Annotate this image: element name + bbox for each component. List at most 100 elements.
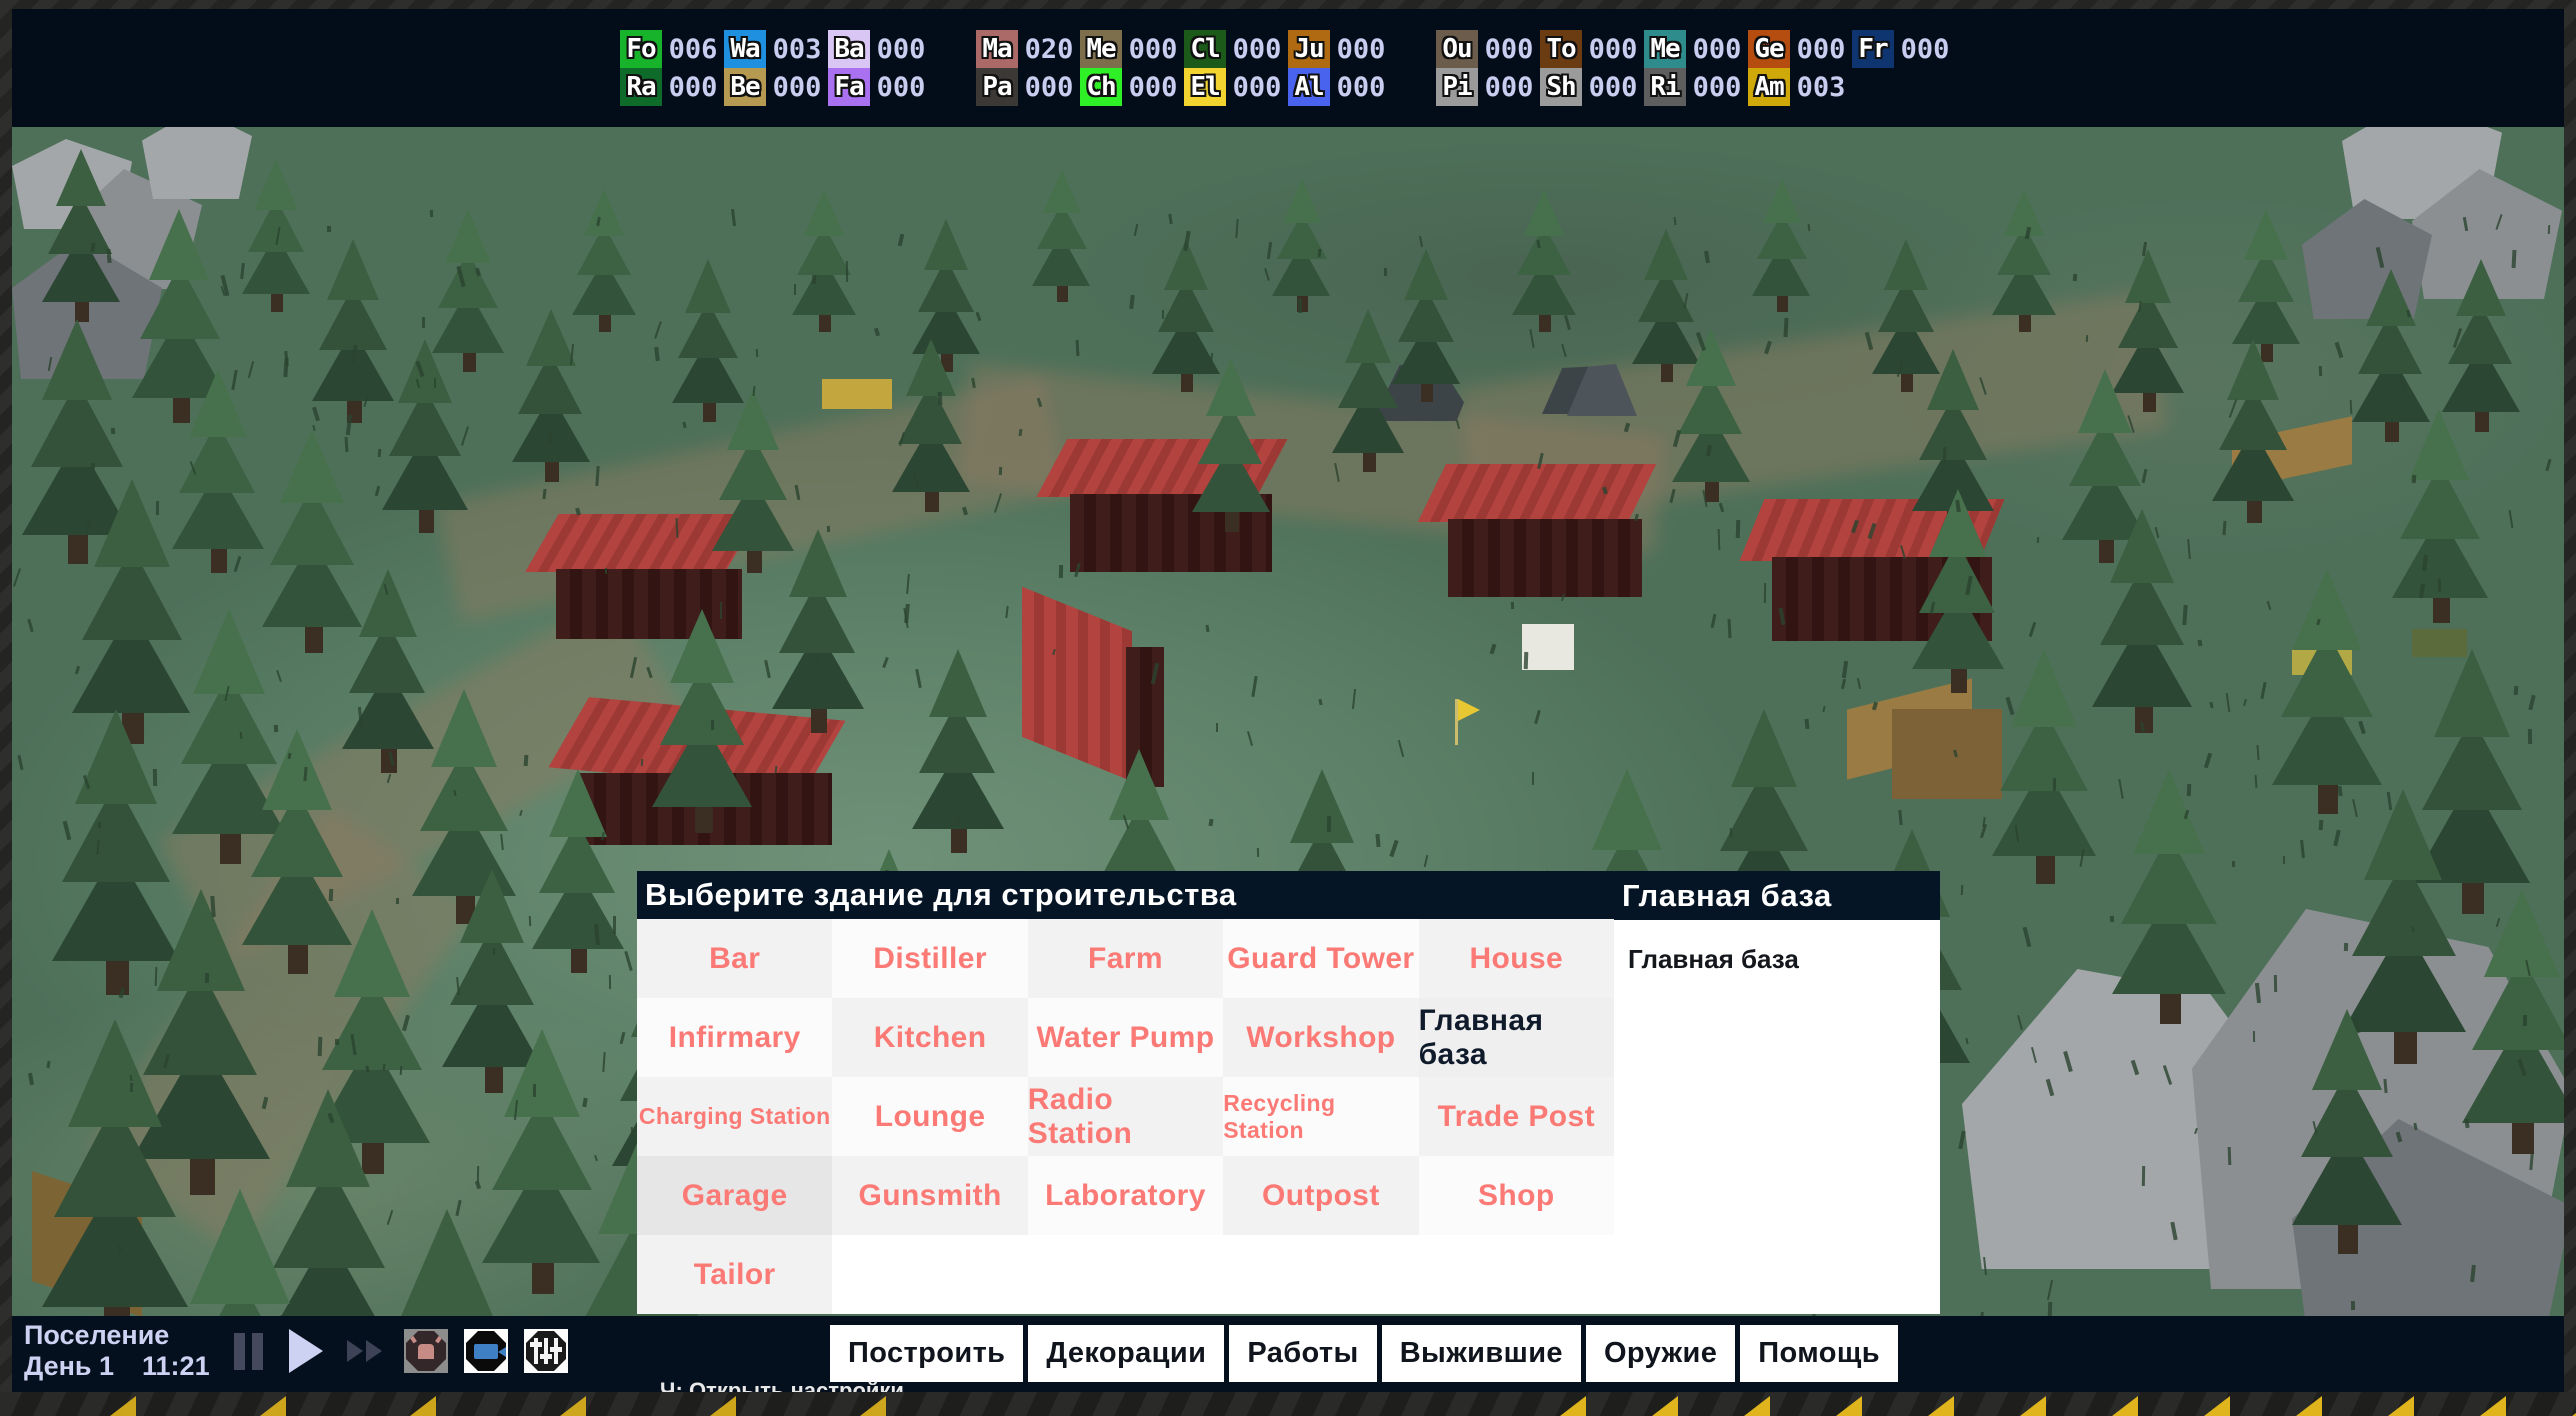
build-option-bar[interactable]: Bar <box>637 919 833 998</box>
resource-tag: Fa <box>828 68 870 106</box>
resource-group: Ou 000 Pi 000 To 000 Sh 000 Me 000 Ri 000 Ge 000 Am 003… <box>1436 30 1956 106</box>
resource-entry[interactable]: Ju 000 <box>1288 30 1392 68</box>
screen-inner-frame: Fo 006 Ra 000 Wa 003 Be 000 Ba 000 Fa 000 Ma 020 Pa 000… <box>12 9 2564 1392</box>
resource-value: 000 <box>1336 33 1386 65</box>
build-option-recycling-station[interactable]: Recycling Station <box>1223 1077 1419 1156</box>
build-option-distiller[interactable]: Distiller <box>832 919 1028 998</box>
resource-entry[interactable]: Ba 000 <box>828 30 932 68</box>
build-option-garage[interactable]: Garage <box>637 1156 833 1235</box>
hazard-chevron <box>2388 1396 2414 1416</box>
resource-value: 000 <box>1336 71 1386 103</box>
camera-button[interactable] <box>464 1329 508 1373</box>
build-option-radio-station[interactable]: Radio Station <box>1027 1077 1224 1156</box>
resource-entry[interactable]: Ch 000 <box>1080 68 1184 106</box>
build-panel-title: Выберите здание для строительства <box>637 871 1614 919</box>
grass-tuft <box>429 209 434 218</box>
build-option-shop[interactable]: Shop <box>1418 1156 1614 1235</box>
nav-button-оружие[interactable]: Оружие <box>1585 1325 1736 1382</box>
nav-button-декорации[interactable]: Декорации <box>1028 1325 1225 1382</box>
resource-entry[interactable]: Wa 003 <box>724 30 828 68</box>
nav-button-работы[interactable]: Работы <box>1229 1325 1377 1382</box>
grass-tuft <box>2252 1030 2256 1043</box>
nav-button-построить[interactable]: Построить <box>830 1325 1024 1382</box>
resource-entry[interactable]: Pa 000 <box>976 68 1080 106</box>
play-button[interactable] <box>282 1322 330 1380</box>
nav-button-помощь[interactable]: Помощь <box>1740 1325 1898 1382</box>
build-option-lounge[interactable]: Lounge <box>832 1077 1028 1156</box>
bottom-toolbar: Поселение День 1 11:21 Построить Декорац… <box>12 1316 2564 1392</box>
wooden-platform[interactable] <box>1892 709 2002 799</box>
resource-entry[interactable] <box>1852 68 1956 106</box>
resource-entry[interactable]: Me 000 <box>1080 30 1184 68</box>
resource-value: 000 <box>1588 33 1638 65</box>
resource-entry[interactable]: Ma 020 <box>976 30 1080 68</box>
resource-entry[interactable]: Fa 000 <box>828 68 932 106</box>
build-option-gunsmith[interactable]: Gunsmith <box>832 1156 1028 1235</box>
grass-tuft <box>155 500 160 516</box>
grass-tuft <box>1383 267 1388 277</box>
resource-entry[interactable]: El 000 <box>1184 68 1288 106</box>
resource-entry[interactable]: Fo 006 <box>620 30 724 68</box>
build-grid-empty-cell <box>1027 1235 1224 1314</box>
building-container[interactable] <box>1417 464 1657 614</box>
resource-column: Ge 000 Am 003 <box>1748 30 1852 106</box>
crate[interactable] <box>822 379 892 409</box>
nav-button-выжившие[interactable]: Выжившие <box>1381 1325 1581 1382</box>
crate[interactable] <box>1522 624 1574 670</box>
hazard-chevron <box>710 1396 736 1416</box>
resource-entry[interactable]: Ra 000 <box>620 68 724 106</box>
resource-value: 000 <box>772 71 822 103</box>
build-grid-empty-cell <box>1418 1235 1614 1314</box>
resource-entry[interactable]: To 000 <box>1540 30 1644 68</box>
resource-column: Cl 000 El 000 <box>1184 30 1288 106</box>
resource-entry[interactable]: Al 000 <box>1288 68 1392 106</box>
build-option-laboratory[interactable]: Laboratory <box>1027 1156 1224 1235</box>
build-option-guard-tower[interactable]: Guard Tower <box>1223 919 1419 998</box>
pause-button[interactable] <box>224 1322 272 1380</box>
build-info-body: Главная база <box>1614 920 1940 1314</box>
resource-tag: Wa <box>724 30 766 68</box>
grass-tuft <box>1510 601 1515 610</box>
build-option-water-pump[interactable]: Water Pump <box>1027 998 1224 1077</box>
resource-entry[interactable]: Ge 000 <box>1748 30 1852 68</box>
resource-entry[interactable]: Ou 000 <box>1436 30 1540 68</box>
build-option-outpost[interactable]: Outpost <box>1223 1156 1419 1235</box>
resource-tag: Al <box>1288 68 1330 106</box>
settings-sliders-icon <box>530 1338 562 1364</box>
settings-button[interactable] <box>524 1329 568 1373</box>
build-option-infirmary[interactable]: Infirmary <box>637 998 833 1077</box>
grass-tuft <box>152 768 158 787</box>
build-option-house[interactable]: House <box>1418 919 1614 998</box>
build-option-trade-post[interactable]: Trade Post <box>1418 1077 1614 1156</box>
build-option-tailor[interactable]: Tailor <box>637 1235 833 1314</box>
build-option-главная-база[interactable]: Главная база <box>1418 998 1614 1077</box>
fast-forward-button[interactable] <box>340 1322 388 1380</box>
resource-column: Me 000 Ri 000 <box>1644 30 1748 106</box>
main-nav[interactable]: Построить Декорации Работы Выжившие Оружие По… <box>830 1325 1898 1382</box>
resource-value: 000 <box>1796 33 1846 65</box>
resource-value: 000 <box>1900 33 1950 65</box>
resource-value: 000 <box>1024 71 1074 103</box>
build-option-charging-station[interactable]: Charging Station <box>637 1077 833 1156</box>
resource-entry[interactable]: Ri 000 <box>1644 68 1748 106</box>
resource-value: 000 <box>1232 33 1282 65</box>
resource-entry[interactable]: Fr 000 <box>1852 30 1956 68</box>
build-option-workshop[interactable]: Workshop <box>1223 998 1419 1077</box>
resource-entry[interactable]: Am 003 <box>1748 68 1852 106</box>
grass-tuft <box>2072 273 2078 282</box>
resource-column: Wa 003 Be 000 <box>724 30 828 106</box>
camera-icon <box>474 1343 506 1359</box>
resource-entry[interactable]: Pi 000 <box>1436 68 1540 106</box>
alarm-button[interactable] <box>404 1329 448 1373</box>
resource-entry[interactable]: Be 000 <box>724 68 828 106</box>
build-grid[interactable]: Bar Distiller Farm Guard Tower House Infirmar… <box>637 919 1614 1314</box>
resource-entry[interactable]: Sh 000 <box>1540 68 1644 106</box>
hazard-chevron <box>1928 1396 1954 1416</box>
build-selection-panel[interactable]: Выберите здание для строительства Bar Dis… <box>637 871 1940 1314</box>
resource-entry[interactable]: Cl 000 <box>1184 30 1288 68</box>
resource-value: 020 <box>1024 33 1074 65</box>
build-info-title: Главная база <box>1614 871 1940 920</box>
build-option-kitchen[interactable]: Kitchen <box>832 998 1028 1077</box>
build-option-farm[interactable]: Farm <box>1027 919 1224 998</box>
resource-entry[interactable]: Me 000 <box>1644 30 1748 68</box>
